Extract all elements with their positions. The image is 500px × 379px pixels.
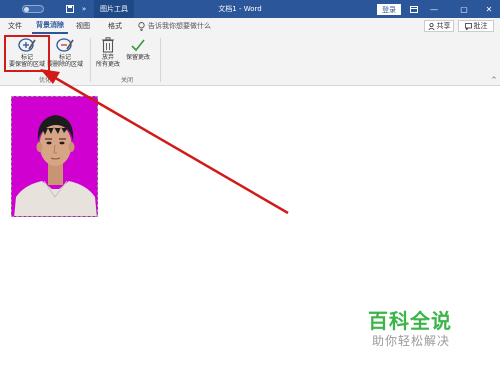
watermark-subtitle: 助你轻松解决 [372,334,451,348]
watermark-title: 百科全说 [368,309,452,333]
